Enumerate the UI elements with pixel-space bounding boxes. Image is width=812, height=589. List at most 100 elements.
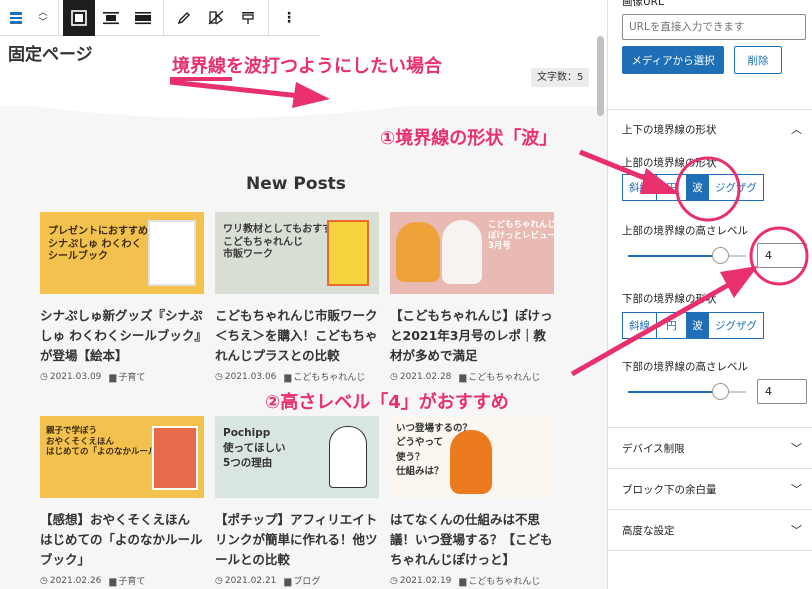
post-meta: ◷ 2021.03.06 ▆ こどもちゃれんじ — [215, 370, 379, 384]
clock-icon: ◷ — [215, 371, 223, 382]
device-limit-panel[interactable]: デバイス制限 — [622, 441, 685, 456]
post-category[interactable]: 子育て — [118, 577, 145, 587]
post-thumbnail[interactable]: ワリ教材としてもおすすめ こどもちゃれんじ 市販ワーク — [215, 212, 379, 294]
book-cover — [327, 220, 369, 286]
book-cover — [148, 220, 196, 286]
edit-button[interactable] — [168, 0, 200, 36]
post-category[interactable]: 子育て — [118, 373, 145, 383]
post-title[interactable]: シナぷしゅ新グッズ『シナぷしゅ わくわくシールブック』が登場【絵本】 — [40, 306, 204, 368]
post-date: 2021.02.26 — [49, 575, 102, 586]
color-button[interactable] — [200, 0, 232, 36]
chevron-down-icon[interactable]: ﹀ — [38, 18, 47, 28]
post-thumbnail[interactable]: いつ登場するの？ どうやって 使う？ 仕組みは？ — [390, 416, 554, 498]
image-url-input[interactable]: URLを直接入力できます — [622, 14, 806, 40]
bottom-shape-option-wave[interactable]: 波 — [686, 312, 708, 339]
bottom-shape-selector: 斜線 円 波 ジグザグ — [622, 312, 764, 339]
block-type-button[interactable] — [0, 0, 32, 36]
top-height-input[interactable]: 4 — [757, 243, 807, 268]
clock-icon: ◷ — [40, 575, 48, 586]
folder-icon: ▆ — [284, 373, 292, 383]
bottom-shape-option-circle[interactable]: 円 — [656, 312, 686, 339]
post-date: 2021.02.19 — [399, 575, 452, 586]
slider-handle[interactable] — [712, 383, 730, 400]
post-meta: ◷ 2021.03.09 ▆ 子育て — [40, 370, 204, 384]
post-card[interactable]: こどもちゃれんじ ぽけっとレビュー 3月号 【こどもちゃれんじ】ぽけっと2021… — [390, 212, 554, 383]
page-title[interactable]: 固定ページ — [8, 40, 93, 65]
scrollbar[interactable] — [597, 36, 604, 116]
block-settings-sidebar: 画像URL URLを直接入力できます メディアから選択 削除 上下の境界線の形状… — [607, 0, 812, 589]
chevron-down-icon[interactable]: ﹀ — [791, 481, 802, 497]
align-wide-icon — [71, 9, 87, 26]
folder-icon: ▆ — [459, 577, 467, 587]
chevron-up-icon[interactable]: ︿ — [791, 121, 802, 137]
toolbar-divider — [268, 0, 269, 36]
move-buttons[interactable]: ︿ ﹀ — [32, 0, 54, 36]
post-meta: ◷ 2021.02.26 ▆ 子育て — [40, 574, 204, 588]
post-title[interactable]: 【感想】おやくそくえほん はじめての「よのなかルールブック」 — [40, 510, 204, 572]
border-shape-panel-title[interactable]: 上下の境界線の形状 — [622, 122, 717, 137]
post-title[interactable]: 【ポチップ】アフィリエイトリンクが簡単に作れる！他ツールとの比較 — [215, 510, 379, 572]
color-palette-icon — [208, 10, 224, 25]
post-thumbnail[interactable]: Pochipp 使ってほしい 5つの理由 — [215, 416, 379, 498]
top-shape-option-slant[interactable]: 斜線 — [622, 174, 656, 201]
folder-icon: ▆ — [109, 373, 117, 383]
top-shape-option-circle[interactable]: 円 — [656, 174, 686, 201]
chevron-up-icon[interactable]: ︿ — [38, 8, 47, 18]
post-category[interactable]: こどもちゃれんじ — [293, 373, 365, 383]
top-shape-selector: 斜線 円 波 ジグザグ — [622, 174, 764, 201]
post-category[interactable]: ブログ — [293, 577, 320, 587]
top-shape-option-wave[interactable]: 波 — [686, 174, 708, 201]
align-wide-button[interactable] — [63, 0, 95, 36]
post-card[interactable]: プレゼントにおすすめ シナぷしゅ わくわく シールブック シナぷしゅ新グッズ『シ… — [40, 212, 204, 383]
bottom-height-input[interactable]: 4 — [757, 379, 807, 404]
hatena-kun-character — [450, 430, 492, 494]
slider-handle[interactable] — [712, 247, 730, 264]
panel-divider — [608, 109, 812, 110]
tiger-toy — [396, 222, 440, 282]
post-card[interactable]: Pochipp 使ってほしい 5つの理由 【ポチップ】アフィリエイトリンクが簡単… — [215, 416, 379, 587]
chevron-down-icon[interactable]: ﹀ — [791, 440, 802, 456]
panel-divider — [608, 468, 812, 469]
annotation-step-1: ①境界線の形状「波」 — [380, 128, 558, 149]
folder-icon: ▆ — [284, 577, 292, 587]
spacing-button[interactable] — [232, 0, 264, 36]
chevron-down-icon[interactable]: ﹀ — [791, 522, 802, 538]
select-media-button[interactable]: メディアから選択 — [622, 46, 724, 74]
clock-icon: ◷ — [390, 371, 398, 382]
post-category[interactable]: こどもちゃれんじ — [468, 577, 540, 587]
top-height-slider[interactable] — [628, 247, 746, 264]
thumbnail-text: こどもちゃれんじ ぽけっとレビュー 3月号 — [488, 220, 554, 252]
editor-canvas: 固定ページ 文字数：5 New Posts プレゼントにおすすめ シナぷしゅ わ… — [0, 36, 607, 589]
post-title[interactable]: はてなくんの仕組みは不思議！いつ登場する？【こどもちゃれんじぽけっと】 — [390, 510, 554, 572]
post-title[interactable]: こどもちゃれんじ市販ワーク＜ちえ＞を購入！こどもちゃれんじプラスとの比較 — [215, 306, 379, 368]
more-options-button[interactable]: ⋮ — [273, 0, 305, 36]
align-none-icon — [135, 11, 151, 24]
align-full-button[interactable] — [95, 0, 127, 36]
post-card[interactable]: いつ登場するの？ どうやって 使う？ 仕組みは？ はてなくんの仕組みは不思議！い… — [390, 416, 554, 587]
bottom-margin-panel[interactable]: ブロック下の余白量 — [622, 482, 717, 497]
post-card[interactable]: ワリ教材としてもおすすめ こどもちゃれんじ 市販ワーク こどもちゃれんじ市販ワー… — [215, 212, 379, 383]
post-meta: ◷ 2021.02.19 ▆ こどもちゃれんじ — [390, 574, 554, 588]
char-count-badge: 文字数：5 — [531, 68, 590, 87]
toolbar-divider — [163, 0, 164, 36]
top-shape-label: 上部の境界線の形状 — [622, 157, 717, 169]
post-thumbnail[interactable]: プレゼントにおすすめ シナぷしゅ わくわく シールブック — [40, 212, 204, 294]
bottom-height-slider[interactable] — [628, 383, 746, 400]
person-illustration — [329, 426, 367, 488]
top-shape-option-zigzag[interactable]: ジグザグ — [708, 174, 764, 201]
post-title[interactable]: 【こどもちゃれんじ】ぽけっと2021年3月号のレポ｜教材が多めで満足 — [390, 306, 554, 368]
slider-fill — [628, 391, 721, 393]
block-toolbar: ︿ ﹀ ⋮ — [0, 0, 320, 36]
post-thumbnail[interactable]: 親子で学ぼう おやくそくえほん はじめての「よのなかルールブック」 — [40, 416, 204, 498]
delete-image-button[interactable]: 削除 — [734, 46, 782, 74]
panel-divider — [608, 509, 812, 510]
section-title[interactable]: New Posts — [0, 174, 592, 194]
bottom-shape-option-slant[interactable]: 斜線 — [622, 312, 656, 339]
align-none-button[interactable] — [127, 0, 159, 36]
advanced-settings-panel[interactable]: 高度な設定 — [622, 523, 675, 538]
bottom-shape-option-zigzag[interactable]: ジグザグ — [708, 312, 764, 339]
post-card[interactable]: 親子で学ぼう おやくそくえほん はじめての「よのなかルールブック」 【感想】おや… — [40, 416, 204, 587]
post-category[interactable]: こどもちゃれんじ — [468, 373, 540, 383]
top-height-label: 上部の境界線の高さレベル — [622, 225, 748, 237]
post-thumbnail[interactable]: こどもちゃれんじ ぽけっとレビュー 3月号 — [390, 212, 554, 294]
